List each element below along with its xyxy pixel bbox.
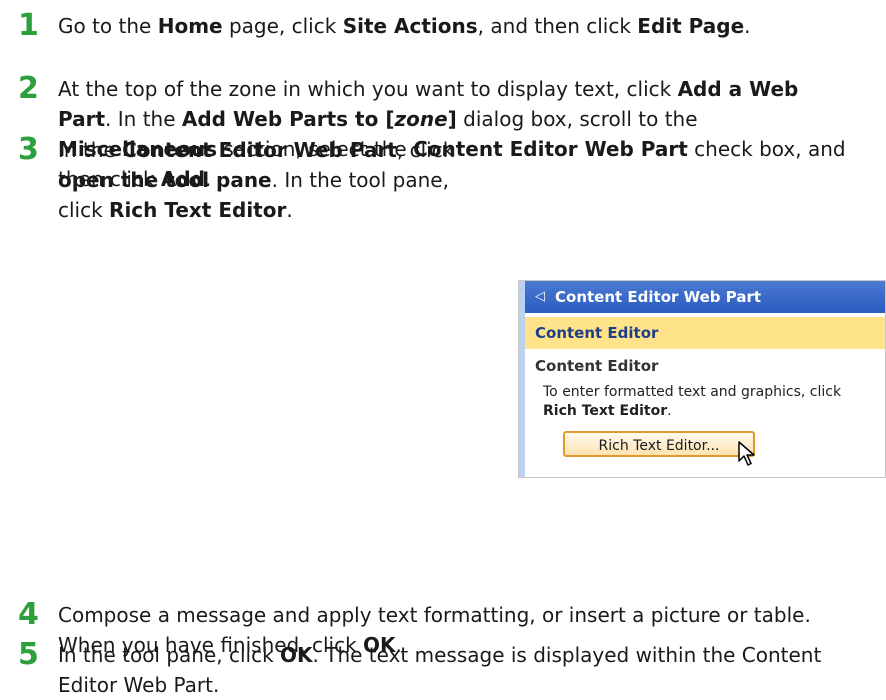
rich-text-editor-button[interactable]: Rich Text Editor...	[563, 431, 755, 457]
mouse-pointer-icon	[738, 441, 755, 466]
tool-pane-screenshot: ◁ Content Editor Web Part Content Editor…	[518, 280, 886, 478]
collapse-arrow-icon[interactable]: ◁	[535, 281, 545, 313]
step-text: In the tool pane, click OK. The text mes…	[58, 643, 822, 697]
step-number: 4	[18, 597, 39, 632]
step-text: In the Content Editor Web Part, click op…	[58, 138, 455, 222]
selected-section-band[interactable]: Content Editor	[525, 317, 885, 349]
step-text: Go to the Home page, click Site Actions,…	[58, 14, 751, 38]
step-number: 1	[18, 8, 39, 43]
step-number: 3	[18, 132, 39, 167]
step-number: 2	[18, 71, 39, 106]
section-description: To enter formatted text and graphics, cl…	[543, 384, 842, 419]
web-part-title-bar: ◁ Content Editor Web Part	[525, 281, 885, 313]
web-part-title: Content Editor Web Part	[555, 288, 762, 306]
section-heading: Content Editor	[535, 357, 659, 375]
step-number: 5	[18, 637, 39, 672]
